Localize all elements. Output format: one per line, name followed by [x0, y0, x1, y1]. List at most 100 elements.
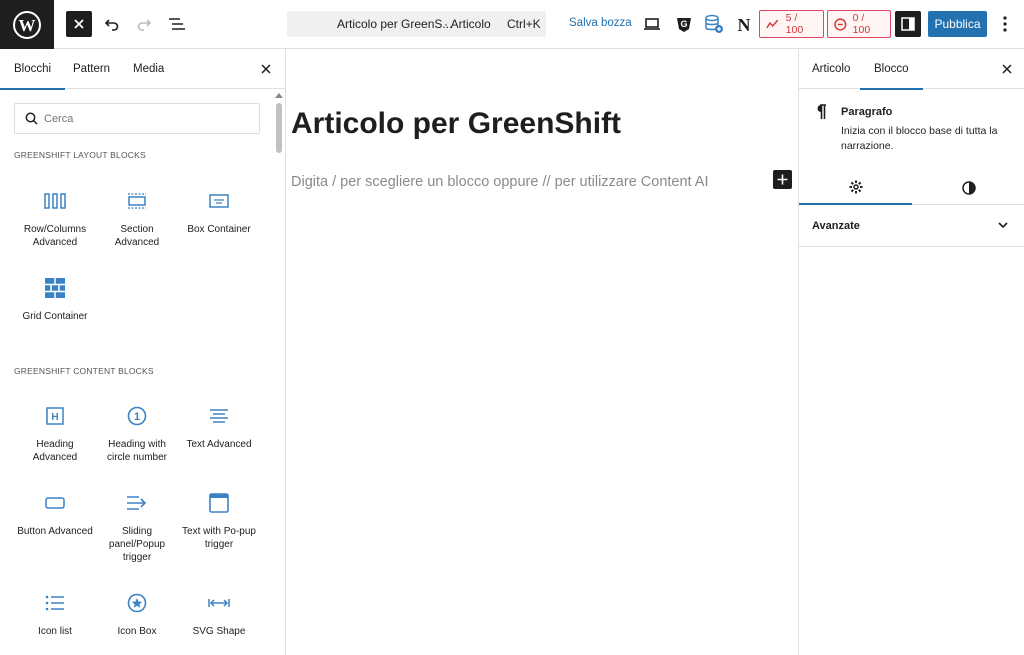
- more-options-icon[interactable]: [993, 12, 1017, 36]
- settings-gear-icon[interactable]: [799, 171, 912, 205]
- block-card-title: Paragrafo: [841, 106, 893, 118]
- settings-tabs: Articolo Blocco: [799, 49, 1024, 90]
- preview-device-icon[interactable]: [640, 12, 664, 36]
- scroll-thumb[interactable]: [276, 103, 282, 153]
- readability-score-badge[interactable]: 0 / 100: [827, 10, 891, 38]
- block-label: Heading Advanced: [32, 439, 78, 463]
- block-settings-subtabs: [799, 171, 1024, 205]
- popup-window-icon: [179, 491, 259, 515]
- editor-canvas: Articolo per GreenShift Digita / per sce…: [287, 49, 798, 655]
- svg-shape-icon: [179, 591, 259, 615]
- save-draft-button[interactable]: Salva bozza: [569, 17, 632, 29]
- columns-icon: [15, 189, 95, 213]
- block-label: SVG Shape: [192, 626, 246, 637]
- paragraph-icon: [815, 104, 827, 125]
- undo-icon[interactable]: [100, 10, 124, 38]
- block-icon-list[interactable]: Icon list: [15, 591, 95, 638]
- block-card-description: Inizia con il blocco base di tutta la na…: [841, 125, 998, 152]
- block-label: Row/Columns Advanced: [23, 224, 87, 248]
- tab-blocks[interactable]: Blocchi: [0, 63, 66, 90]
- settings-sidebar-toggle-icon[interactable]: [895, 11, 921, 37]
- box-container-icon: [179, 189, 259, 213]
- seo-score-icon: [766, 19, 779, 29]
- svg-text:H: H: [51, 412, 58, 423]
- block-heading-circle-number[interactable]: 1 Heading with circle number: [97, 404, 177, 464]
- greenshift-g-icon[interactable]: G: [672, 12, 696, 36]
- block-box-container[interactable]: Box Container: [179, 189, 259, 236]
- notion-n-icon[interactable]: N: [732, 12, 756, 36]
- search-icon: [25, 112, 38, 125]
- chevron-down-icon: [998, 222, 1008, 229]
- tab-media[interactable]: Media: [133, 63, 164, 75]
- advanced-panel-label: Avanzate: [812, 220, 860, 232]
- heading-icon: H: [15, 404, 95, 428]
- block-svg-shape[interactable]: SVG Shape: [179, 591, 259, 638]
- inserter-scrollbar[interactable]: [275, 93, 283, 655]
- icon-box-icon: [97, 591, 177, 615]
- block-button-advanced[interactable]: Button Advanced: [15, 491, 95, 538]
- command-bar-post-type: · Articolo: [444, 17, 491, 31]
- block-grid-container[interactable]: Grid Container: [15, 276, 95, 323]
- block-label: Box Container: [187, 224, 251, 235]
- block-label: Button Advanced: [17, 526, 93, 537]
- block-label: Section Advanced: [114, 224, 160, 248]
- scroll-up-arrow-icon[interactable]: [275, 93, 283, 98]
- block-section-advanced[interactable]: Section Advanced: [97, 189, 177, 249]
- inserter-tabs: Blocchi Pattern Media: [0, 49, 285, 90]
- block-label: Heading with circle number: [106, 439, 168, 463]
- icon-list-icon: [15, 591, 95, 615]
- category-heading-layout: GREENSHIFT LAYOUT BLOCKS: [14, 150, 146, 160]
- block-label: Icon list: [38, 626, 72, 637]
- block-icon-box[interactable]: Icon Box: [97, 591, 177, 638]
- block-search-input[interactable]: Cerca: [14, 103, 260, 134]
- command-bar-shortcut: Ctrl+K: [507, 17, 541, 31]
- close-icon[interactable]: [999, 61, 1015, 77]
- block-label: Text Advanced: [186, 439, 252, 450]
- text-icon: [179, 404, 259, 428]
- command-palette-bar[interactable]: Articolo per GreenS... · Articolo Ctrl+K: [287, 11, 546, 37]
- block-text-advanced[interactable]: Text Advanced: [179, 404, 259, 451]
- settings-sidebar: Articolo Blocco Paragrafo Inizia con il …: [798, 49, 1024, 655]
- svg-text:W: W: [19, 16, 36, 35]
- block-heading-advanced[interactable]: H Heading Advanced: [15, 404, 95, 464]
- block-inserter-panel: Blocchi Pattern Media Cerca GREENSHIFT L…: [0, 49, 286, 655]
- document-overview-icon[interactable]: [164, 10, 190, 38]
- database-icon[interactable]: [702, 12, 726, 36]
- svg-text:G: G: [680, 19, 687, 29]
- publish-button[interactable]: Pubblica: [928, 11, 987, 37]
- svg-text:1: 1: [134, 411, 140, 423]
- close-icon[interactable]: [258, 61, 274, 77]
- styles-contrast-icon[interactable]: [912, 171, 1024, 205]
- block-label: Icon Box: [117, 626, 157, 637]
- readability-score-value: 0 / 100: [852, 12, 871, 36]
- block-text-popup-trigger[interactable]: Text with Po-pup trigger: [179, 491, 259, 551]
- post-title[interactable]: Articolo per GreenShift: [291, 107, 621, 141]
- search-placeholder: Cerca: [44, 113, 74, 125]
- block-row-columns-advanced[interactable]: Row/Columns Advanced: [15, 189, 95, 249]
- circle-number-icon: 1: [97, 404, 177, 428]
- editor-header: W Articolo per GreenS... · Articolo Ctrl…: [0, 0, 1024, 49]
- category-heading-content: GREENSHIFT CONTENT BLOCKS: [14, 366, 154, 376]
- advanced-panel-toggle[interactable]: Avanzate: [799, 205, 1024, 247]
- button-icon: [15, 491, 95, 515]
- add-block-icon[interactable]: [773, 170, 792, 189]
- command-bar-title: Articolo per GreenS...: [337, 17, 453, 31]
- section-icon: [97, 189, 177, 213]
- grid-icon: [15, 276, 95, 300]
- svg-text:N: N: [738, 15, 751, 33]
- redo-icon[interactable]: [132, 10, 156, 38]
- tab-post[interactable]: Articolo: [812, 63, 850, 75]
- sliding-panel-icon: [97, 491, 177, 515]
- block-sliding-panel[interactable]: Sliding panel/Popup trigger: [97, 491, 177, 564]
- readability-score-icon: [834, 17, 847, 31]
- tab-block[interactable]: Blocco: [860, 63, 922, 90]
- wordpress-logo-icon[interactable]: W: [0, 0, 54, 49]
- block-label: Sliding panel/Popup trigger: [108, 526, 166, 563]
- paragraph-placeholder[interactable]: Digita / per scegliere un blocco oppure …: [291, 174, 709, 190]
- seo-score-value: 5 / 100: [785, 12, 804, 36]
- seo-score-badge[interactable]: 5 / 100: [759, 10, 824, 38]
- block-label: Text with Po-pup trigger: [182, 526, 256, 550]
- tab-patterns[interactable]: Pattern: [73, 63, 110, 75]
- block-label: Grid Container: [22, 311, 88, 322]
- close-inserter-button[interactable]: [66, 11, 92, 37]
